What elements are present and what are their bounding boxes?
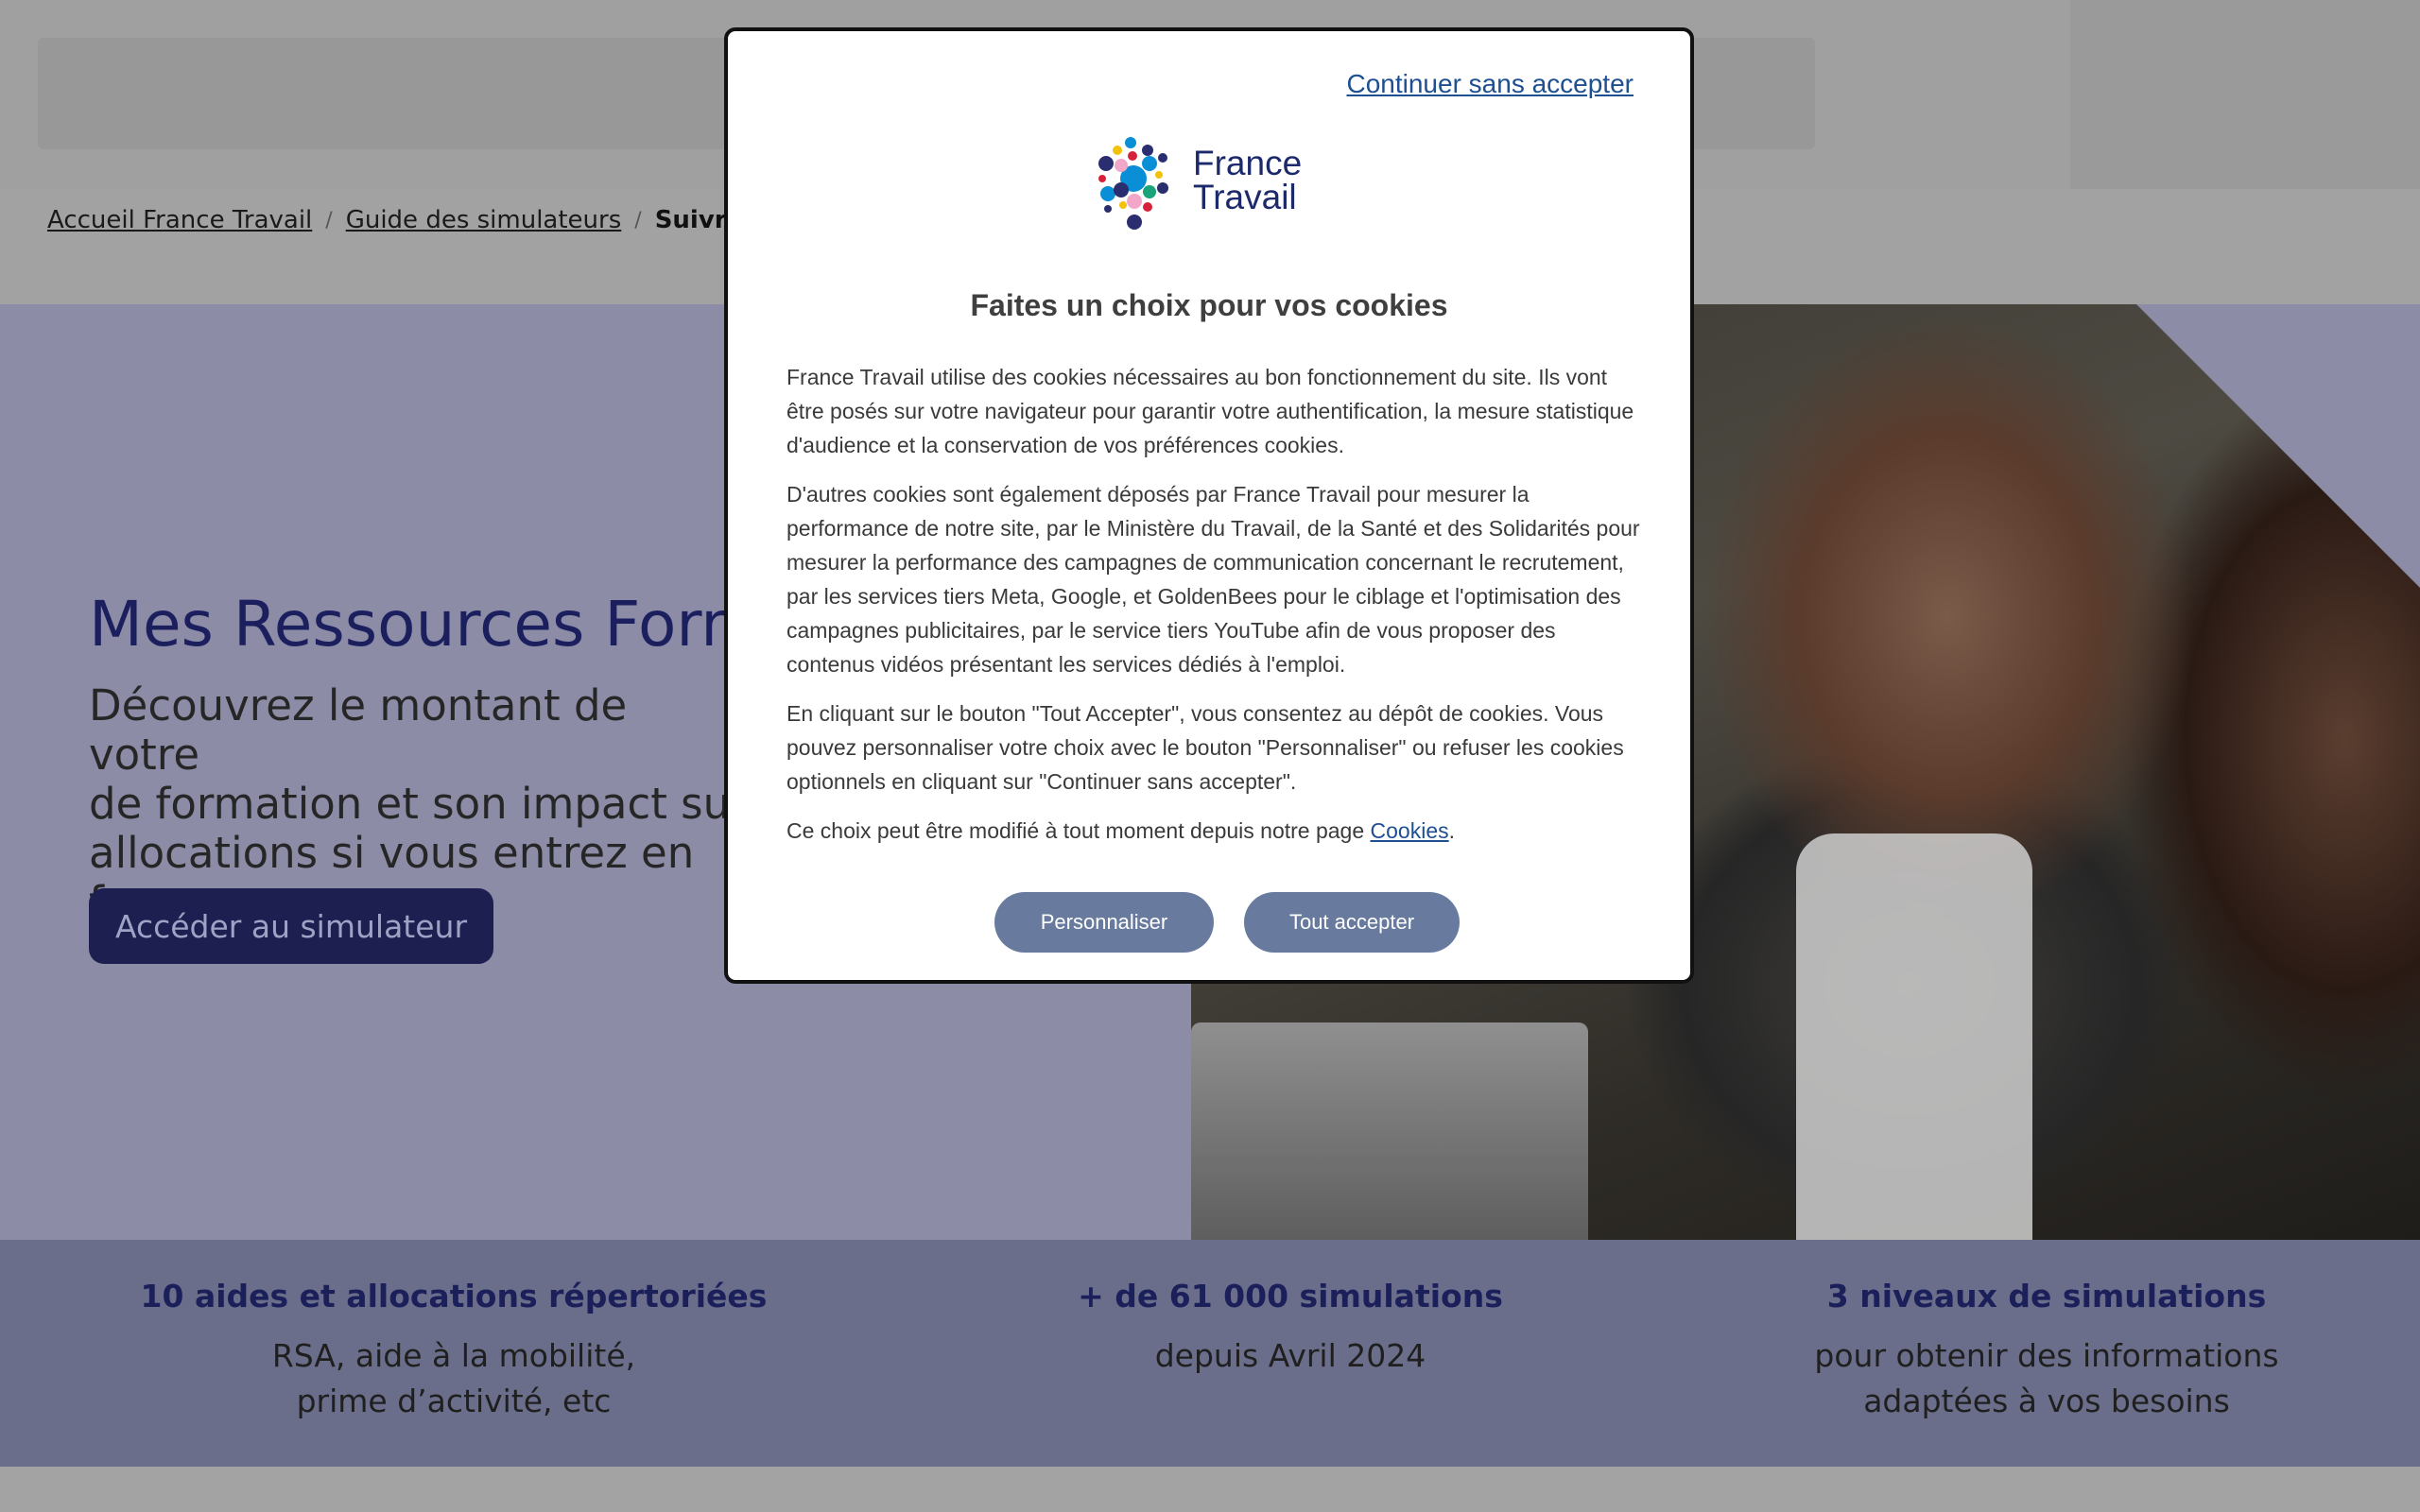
logo-dots-icon: [1098, 137, 1168, 230]
cookie-paragraph: En cliquant sur le bouton "Tout Accepter…: [786, 701, 1624, 794]
france-travail-logo: France Travail: [1089, 137, 1316, 241]
logo-line: Travail: [1193, 178, 1297, 216]
cookie-paragraph: D'autres cookies sont également déposés …: [786, 482, 1640, 677]
cookie-paragraph: Ce choix peut être modifié à tout moment…: [786, 814, 1647, 848]
stat-title: + de 61 000 simulations: [1078, 1278, 1503, 1314]
cookie-paragraph: France Travail utilise des cookies néces…: [786, 365, 1634, 457]
stat-description: depuis Avril 2024: [945, 1333, 1635, 1379]
cookie-consent-dialog: Continuer sans accepter France Travail F…: [724, 27, 1694, 984]
stat-title: 3 niveaux de simulations: [1826, 1278, 2267, 1314]
breadcrumb: Accueil France Travail / Guide des simul…: [47, 206, 727, 234]
stats-band: 10 aides et allocations répertoriées RSA…: [0, 1240, 2420, 1467]
stat-aids: 10 aides et allocations répertoriées RSA…: [95, 1278, 813, 1424]
photo-corner-cut: [2136, 304, 2420, 588]
access-simulator-button[interactable]: Accéder au simulateur: [89, 888, 493, 964]
breadcrumb-separator: /: [634, 208, 642, 232]
stat-description-line: RSA, aide à la mobilité,: [271, 1337, 636, 1374]
cookie-dialog-title: Faites un choix pour vos cookies: [970, 288, 1448, 322]
header-side-panel: [2070, 0, 2420, 189]
customize-button[interactable]: Personnaliser: [994, 892, 1214, 953]
page-footer-strip: [0, 1467, 2420, 1512]
hero-title: Mes Ressources Forma: [89, 588, 801, 661]
cookie-dialog-body: France Travail utilise des cookies néces…: [786, 360, 1647, 863]
stat-description-line: prime d’activité, etc: [296, 1383, 612, 1419]
cookie-paragraph-text: .: [1448, 818, 1456, 843]
accept-all-button[interactable]: Tout accepter: [1244, 892, 1460, 953]
stat-levels: 3 niveaux de simulations pour obtenir de…: [1702, 1278, 2392, 1424]
hero-subtitle-line: de formation et son impact sur: [89, 779, 748, 829]
breadcrumb-current: Suivr: [654, 206, 727, 234]
stat-description-line: depuis Avril 2024: [1154, 1337, 1426, 1374]
stat-description: pour obtenir des informations adaptées à…: [1702, 1333, 2392, 1424]
breadcrumb-separator: /: [325, 208, 333, 232]
shirt-shape: [1796, 833, 2032, 1240]
stat-description-line: adaptées à vos besoins: [1863, 1383, 2230, 1419]
continue-without-accepting-link[interactable]: Continuer sans accepter: [1346, 69, 1634, 99]
hero-text: Mes Ressources Forma Découvrez le montan…: [89, 588, 801, 927]
breadcrumb-home-link[interactable]: Accueil France Travail: [47, 206, 312, 234]
stat-title: 10 aides et allocations répertoriées: [140, 1278, 768, 1314]
stat-simulations: + de 61 000 simulations depuis Avril 202…: [945, 1278, 1635, 1379]
cookie-paragraph-text: Ce choix peut être modifié à tout moment…: [786, 818, 1365, 843]
laptop-shape: [1191, 1022, 1588, 1240]
logo-line: France: [1193, 144, 1303, 182]
stat-description-line: pour obtenir des informations: [1814, 1337, 2279, 1374]
stat-description: RSA, aide à la mobilité, prime d’activit…: [95, 1333, 813, 1424]
logo-wordmark: France Travail: [1193, 146, 1302, 215]
cookies-page-link[interactable]: Cookies: [1371, 818, 1449, 843]
hero-subtitle-line: Découvrez le montant de votre: [89, 680, 628, 780]
breadcrumb-guide-link[interactable]: Guide des simulateurs: [346, 206, 622, 234]
